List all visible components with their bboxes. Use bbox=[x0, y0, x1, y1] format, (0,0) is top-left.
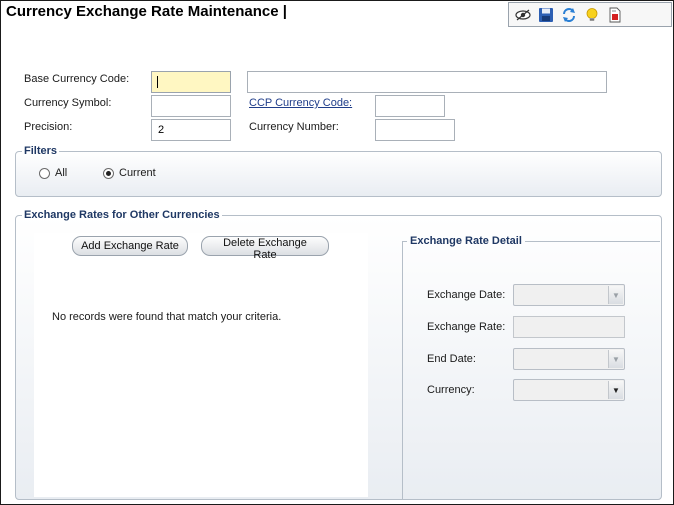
base-currency-code-input[interactable] bbox=[151, 71, 231, 93]
filter-all-label: All bbox=[55, 167, 68, 179]
add-exchange-rate-button[interactable]: Add Exchange Rate bbox=[72, 236, 188, 256]
ccp-currency-code-input[interactable] bbox=[375, 95, 445, 117]
exchange-rate-label: Exchange Rate: bbox=[427, 321, 506, 333]
currency-symbol-input[interactable] bbox=[151, 95, 231, 117]
precision-label: Precision: bbox=[24, 121, 73, 133]
currency-number-input[interactable] bbox=[375, 119, 455, 141]
report-icon[interactable] bbox=[606, 6, 624, 24]
base-currency-description-input[interactable] bbox=[247, 71, 607, 93]
radio-button-selected-icon bbox=[103, 167, 114, 179]
lightbulb-icon[interactable] bbox=[583, 6, 601, 24]
dropdown-arrow-icon[interactable]: ▼ bbox=[608, 286, 623, 304]
exchange-rate-input[interactable] bbox=[513, 316, 625, 338]
page-title: Currency Exchange Rate Maintenance | bbox=[6, 3, 287, 20]
precision-input[interactable] bbox=[151, 119, 231, 141]
view-icon[interactable] bbox=[514, 6, 532, 24]
filter-current-label: Current bbox=[119, 167, 156, 179]
exchange-rates-legend: Exchange Rates for Other Currencies bbox=[24, 209, 220, 221]
refresh-icon[interactable] bbox=[560, 6, 578, 24]
currency-symbol-label: Currency Symbol: bbox=[24, 97, 112, 109]
exchange-rate-detail-legend: Exchange Rate Detail bbox=[410, 235, 522, 247]
currency-number-label: Currency Number: bbox=[249, 121, 339, 133]
currency-label: Currency: bbox=[427, 384, 475, 396]
toolbar bbox=[508, 2, 672, 27]
end-date-picker[interactable]: ▼ bbox=[513, 348, 625, 370]
base-currency-label: Base Currency Code: bbox=[24, 73, 130, 85]
filter-all-radio[interactable]: All bbox=[39, 167, 67, 179]
ccp-currency-code-link[interactable]: CCP Currency Code: bbox=[249, 97, 352, 109]
text-cursor bbox=[157, 76, 158, 88]
exchange-rates-list: No records were found that match your cr… bbox=[34, 233, 368, 497]
end-date-label: End Date: bbox=[427, 353, 476, 365]
save-icon[interactable] bbox=[537, 6, 555, 24]
filters-legend: Filters bbox=[24, 145, 58, 157]
delete-exchange-rate-button[interactable]: Delete Exchange Rate bbox=[201, 236, 329, 261]
dropdown-arrow-icon[interactable]: ▼ bbox=[608, 381, 623, 399]
dropdown-arrow-icon[interactable]: ▼ bbox=[608, 350, 623, 368]
exchange-date-label: Exchange Date: bbox=[427, 289, 506, 301]
filter-current-radio[interactable]: Current bbox=[103, 167, 156, 179]
currency-select[interactable]: ▼ bbox=[513, 379, 625, 401]
radio-button-icon bbox=[39, 167, 50, 179]
empty-records-message: No records were found that match your cr… bbox=[52, 311, 282, 323]
exchange-date-picker[interactable]: ▼ bbox=[513, 284, 625, 306]
window-frame: Currency Exchange Rate Maintenance | Bas… bbox=[0, 0, 674, 505]
